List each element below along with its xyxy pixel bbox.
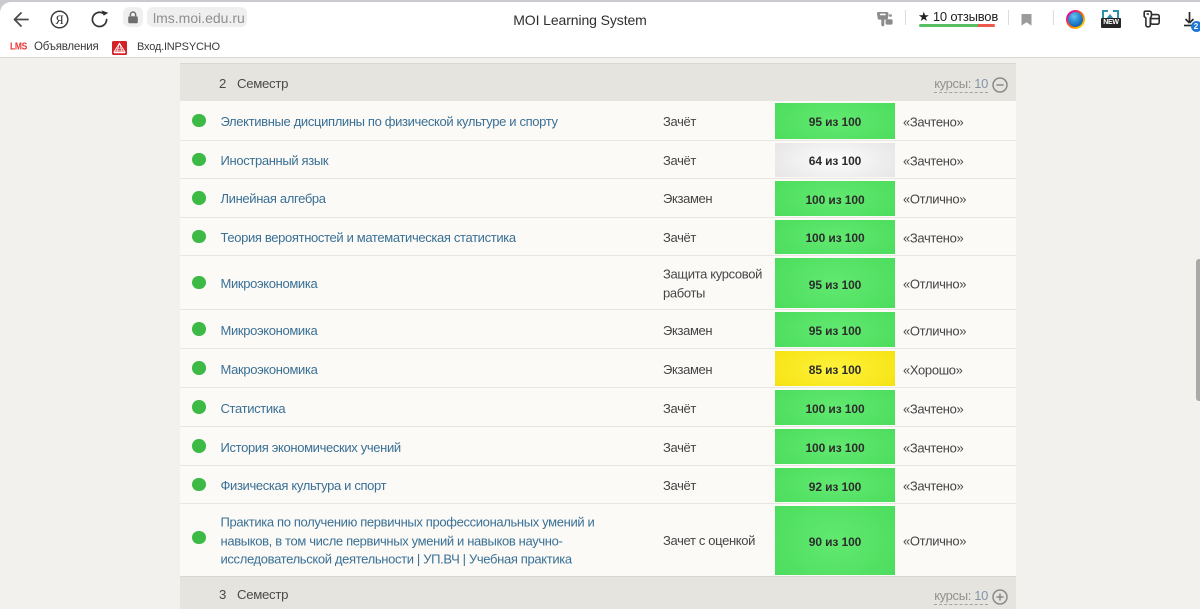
svg-text:Я: Я [55, 13, 63, 27]
